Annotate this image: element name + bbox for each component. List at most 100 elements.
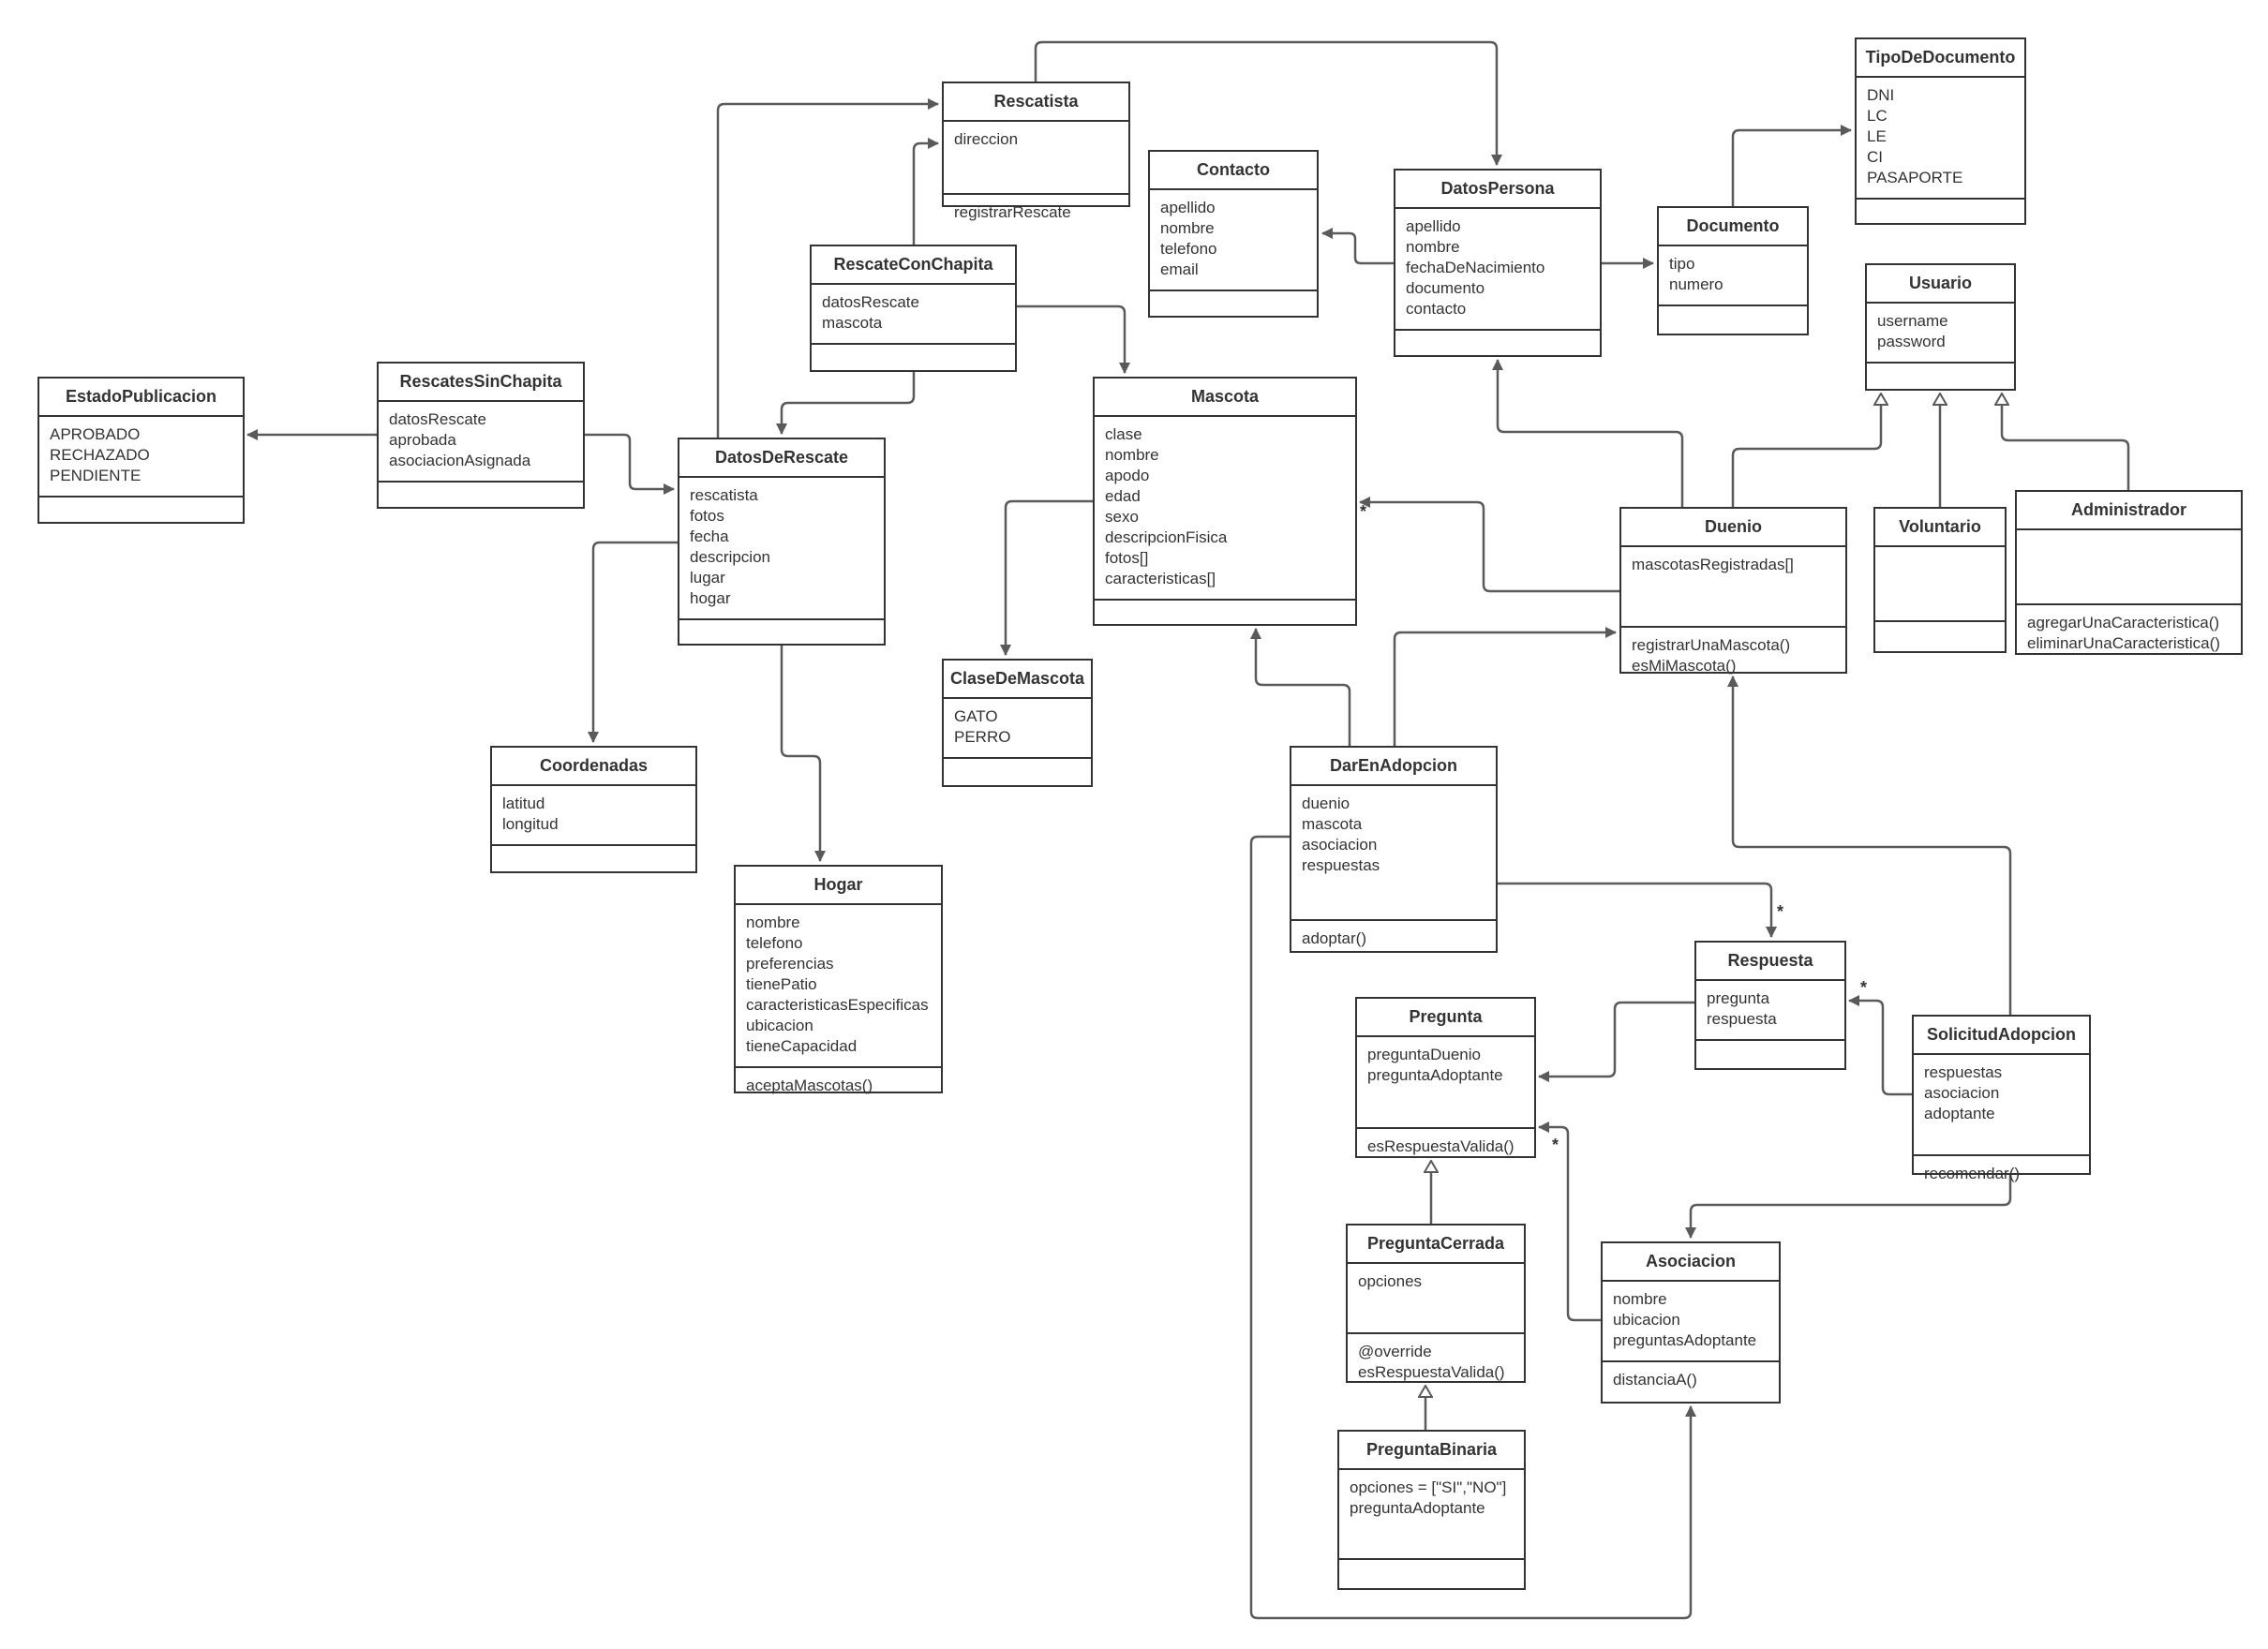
attribute: nombre: [746, 914, 800, 931]
class-respuesta[interactable]: Respuesta pregunta respuesta: [1694, 941, 1846, 1070]
attribute: LE: [1867, 127, 1887, 145]
class-datospersona[interactable]: DatosPersona apellido nombre fechaDeNacimie…: [1394, 169, 1602, 357]
attributes-compartment: nombre telefono preferencias tienePatio cara…: [736, 905, 941, 1068]
class-name: PreguntaBinaria: [1339, 1432, 1524, 1470]
method: recomendar(): [1924, 1165, 2021, 1182]
attributes-compartment: direccion: [944, 122, 1128, 195]
attributes-compartment: latitud longitud: [492, 786, 695, 846]
class-pregunta[interactable]: Pregunta preguntaDuenio preguntaAdoptante e…: [1355, 997, 1536, 1158]
class-mascota[interactable]: Mascota clase nombre apodo edad sexo descripci…: [1093, 377, 1357, 626]
attributes-compartment: tipo numero: [1659, 246, 1807, 306]
methods-compartment: [1696, 1041, 1844, 1068]
class-contacto[interactable]: Contacto apellido nombre telefono email: [1148, 150, 1319, 318]
attribute: fechaDeNacimiento: [1406, 259, 1545, 276]
class-usuario[interactable]: Usuario username password: [1865, 263, 2016, 391]
attributes-compartment: respuestas asociacion adoptante: [1914, 1055, 2089, 1156]
attribute: caracteristicas[]: [1105, 570, 1216, 587]
attribute: nombre: [1105, 446, 1159, 464]
class-name: Duenio: [1621, 509, 1845, 547]
edge-documento-tipodedocumento: [1731, 125, 1852, 206]
class-name: DatosPersona: [1395, 171, 1600, 209]
class-estadopublicacion[interactable]: EstadoPublicacion APROBADO RECHAZADO PENDIE…: [37, 377, 245, 524]
class-hogar[interactable]: Hogar nombre telefono preferencias tienePati…: [734, 865, 943, 1094]
class-name: Mascota: [1095, 379, 1355, 417]
method: distanciaA(): [1613, 1371, 1697, 1389]
edge-asociacion-pregunta: [1538, 1122, 1601, 1322]
method: eliminarUnaCaracteristica(): [2027, 634, 2220, 652]
class-coordenadas[interactable]: Coordenadas latitud longitud: [490, 746, 697, 873]
attribute: nombre: [1160, 219, 1215, 237]
methods-compartment: [1095, 601, 1355, 624]
methods-compartment: [1659, 306, 1807, 334]
class-documento[interactable]: Documento tipo numero: [1657, 206, 1809, 335]
attribute: preguntaAdoptante: [1367, 1066, 1503, 1084]
class-solicitudadopcion[interactable]: SolicitudAdopcion respuestas asociacion ado…: [1912, 1015, 2091, 1182]
class-rescateconchapita[interactable]: RescateConChapita datosRescate mascota: [810, 245, 1017, 372]
class-preguntabinaria[interactable]: PreguntaBinaria opciones = ["SI","NO"] pre…: [1337, 1430, 1526, 1590]
attribute: apodo: [1105, 467, 1150, 484]
class-asociacion[interactable]: Asociacion nombre ubicacion preguntasAdopta…: [1601, 1241, 1781, 1404]
attribute: ubicacion: [1613, 1311, 1680, 1329]
attributes-compartment: APROBADO RECHAZADO PENDIENTE: [39, 417, 243, 498]
attribute: datosRescate: [822, 293, 919, 311]
class-voluntario[interactable]: Voluntario: [1873, 507, 2007, 653]
attributes-compartment: apellido nombre fechaDeNacimiento documento…: [1395, 209, 1600, 331]
attributes-compartment: [1875, 547, 2005, 622]
attributes-compartment: opciones = ["SI","NO"] preguntaAdoptante: [1339, 1470, 1524, 1560]
method: registrarRescate: [954, 203, 1071, 221]
attribute: nombre: [1406, 238, 1460, 256]
attribute: opciones: [1358, 1272, 1423, 1290]
attribute: hogar: [690, 589, 731, 607]
class-rescatessinchapita[interactable]: RescatesSinChapita datosRescate aprobada as…: [377, 362, 585, 509]
method: agregarUnaCaracteristica(): [2027, 614, 2220, 631]
attribute: aprobada: [389, 431, 456, 449]
attribute: telefono: [746, 934, 803, 952]
class-name: RescatesSinChapita: [379, 364, 583, 402]
attribute: CI: [1867, 148, 1883, 166]
attribute: tieneCapacidad: [746, 1037, 858, 1055]
class-duenio[interactable]: Duenio mascotasRegistradas[] registrarUnaM…: [1619, 507, 1847, 675]
methods-compartment: agregarUnaCaracteristica() eliminarUnaCar…: [2017, 605, 2241, 663]
attribute: adoptante: [1924, 1105, 1995, 1122]
edge-duenio-datospersona: [1492, 359, 1684, 507]
attributes-compartment: clase nombre apodo edad sexo descripcionFisic…: [1095, 417, 1355, 601]
methods-compartment: [944, 759, 1091, 785]
attribute: respuesta: [1707, 1010, 1777, 1028]
method: registrarUnaMascota(): [1632, 636, 1791, 654]
attribute: asociacionAsignada: [389, 452, 531, 469]
method: esRespuestaValida(): [1367, 1137, 1514, 1155]
method: esMiMascota(): [1632, 657, 1737, 675]
attribute: ubicacion: [746, 1017, 813, 1034]
edge-datosderescate-coordenadas: [588, 541, 678, 743]
class-darenadopcion[interactable]: DarEnAdopcion duenio mascota asociacion resp…: [1290, 746, 1498, 953]
class-datosderescate[interactable]: DatosDeRescate rescatista fotos fecha descri…: [678, 438, 886, 646]
class-preguntacerrada[interactable]: PreguntaCerrada opciones @override esRespue…: [1346, 1224, 1526, 1383]
methods-compartment: recomendar(): [1914, 1156, 2089, 1194]
class-tipodedocumento[interactable]: TipoDeDocumento DNI LC LE CI PASAPORTE: [1855, 37, 2026, 225]
attributes-compartment: duenio mascota asociacion respuestas: [1291, 786, 1496, 921]
class-administrador[interactable]: Administrador agregarUnaCaracteristica() e…: [2015, 490, 2243, 655]
methods-compartment: [679, 620, 884, 644]
edge-solicitudadopcion-respuesta: [1848, 995, 1912, 1096]
edge-respuesta-pregunta: [1538, 1001, 1694, 1082]
attribute: username: [1877, 312, 1948, 330]
attribute: apellido: [1160, 199, 1216, 216]
multiplicity-solicitudadopcion-respuesta: *: [1860, 978, 1868, 997]
connectors-layer: [246, 40, 2130, 1620]
attribute: rescatista: [690, 486, 758, 504]
attribute: mascota: [1302, 815, 1363, 833]
class-name: EstadoPublicacion: [39, 379, 243, 417]
class-name: Contacto: [1150, 152, 1317, 190]
class-name: Administrador: [2017, 492, 2241, 530]
attribute: tipo: [1669, 255, 1695, 273]
attribute: lugar: [690, 569, 725, 587]
class-name: Documento: [1659, 208, 1807, 246]
methods-compartment: [39, 498, 243, 522]
attribute: direccion: [954, 130, 1019, 148]
multiplicity-darenadopcion-respuesta: *: [1777, 902, 1784, 921]
attribute: sexo: [1105, 508, 1139, 526]
class-rescatista[interactable]: Rescatista direccion registrarRescate: [942, 82, 1130, 221]
methods-compartment: [492, 846, 695, 871]
class-name: Respuesta: [1696, 943, 1844, 981]
class-clasedemascota[interactable]: ClaseDeMascota GATO PERRO: [942, 659, 1093, 787]
